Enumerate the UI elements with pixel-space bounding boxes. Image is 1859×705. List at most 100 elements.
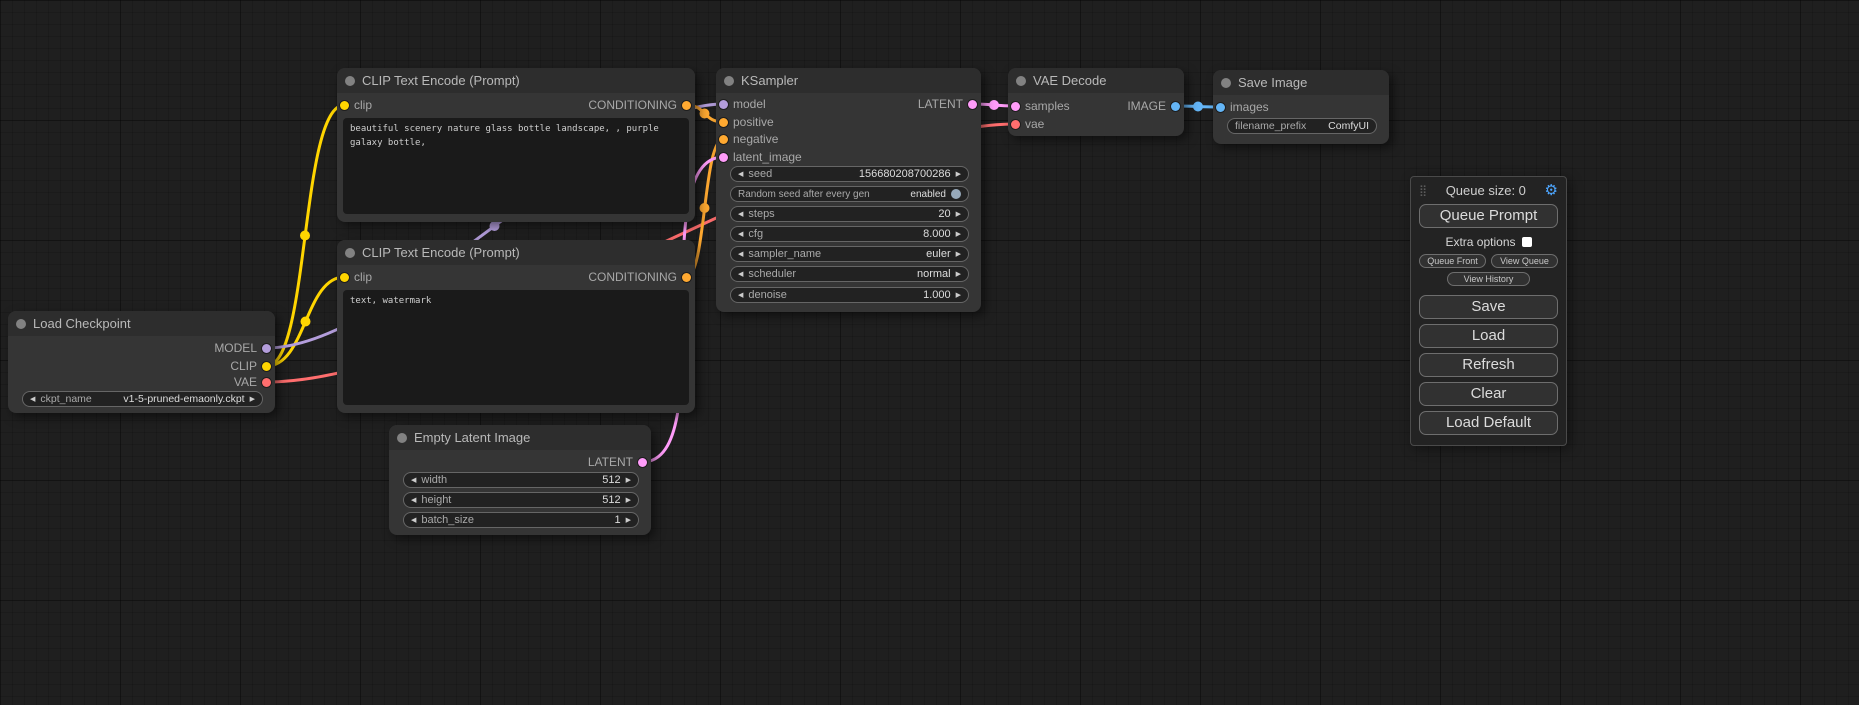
increment-arrow-icon[interactable]: ▶ — [956, 171, 961, 178]
decrement-arrow-icon[interactable]: ◀ — [738, 292, 743, 299]
decrement-arrow-icon[interactable]: ◀ — [738, 231, 743, 238]
collapse-dot[interactable] — [345, 76, 355, 86]
clip-input-dot[interactable] — [340, 101, 349, 110]
node-title-bar[interactable]: Load Checkpoint — [8, 311, 275, 336]
conditioning-output-dot[interactable] — [682, 101, 691, 110]
load-default-button[interactable]: Load Default — [1419, 411, 1558, 435]
drag-handle-icon[interactable]: ⣿ — [1419, 184, 1427, 197]
node-title-bar[interactable]: Empty Latent Image — [389, 425, 651, 450]
positive-input-dot[interactable] — [719, 118, 728, 127]
decrement-arrow-icon[interactable]: ◀ — [738, 211, 743, 218]
widget-name: scheduler — [748, 268, 796, 280]
conditioning-output-dot[interactable] — [682, 273, 691, 282]
node-title-bar[interactable]: CLIP Text Encode (Prompt) — [337, 240, 695, 265]
widget-name: height — [421, 494, 451, 506]
clear-button[interactable]: Clear — [1419, 382, 1558, 406]
collapse-dot[interactable] — [724, 76, 734, 86]
node-title-bar[interactable]: KSampler — [716, 68, 981, 93]
filename-prefix-widget[interactable]: filename_prefix ComfyUI — [1227, 118, 1377, 134]
random-seed-toggle-widget[interactable]: Random seed after every gen enabled — [730, 186, 969, 202]
latent-output-dot[interactable] — [968, 100, 977, 109]
workflow-buttons: Save Load Refresh Clear Load Default — [1419, 295, 1558, 435]
slot-label: CONDITIONING — [588, 98, 677, 112]
latent-output-dot[interactable] — [638, 458, 647, 467]
batch-size-widget[interactable]: ◀ batch_size 1 ▶ — [403, 512, 639, 528]
slot-label: latent_image — [733, 150, 802, 164]
clip-output-dot[interactable] — [262, 362, 271, 371]
cfg-widget[interactable]: ◀ cfg 8.000 ▶ — [730, 226, 969, 242]
seed-widget[interactable]: ◀ seed 156680208700286 ▶ — [730, 166, 969, 182]
output-slot-image: IMAGE — [1127, 99, 1180, 113]
clip-input-dot[interactable] — [340, 273, 349, 282]
vae-output-dot[interactable] — [262, 378, 271, 387]
node-clip-text-encode-negative[interactable]: CLIP Text Encode (Prompt) clip CONDITION… — [337, 240, 695, 413]
steps-widget[interactable]: ◀ steps 20 ▶ — [730, 206, 969, 222]
node-title-bar[interactable]: Save Image — [1213, 70, 1389, 95]
increment-arrow-icon[interactable]: ▶ — [956, 251, 961, 258]
denoise-widget[interactable]: ◀ denoise 1.000 ▶ — [730, 287, 969, 303]
node-vae-decode[interactable]: VAE Decode samples vae IMAGE — [1008, 68, 1184, 136]
images-input-dot[interactable] — [1216, 103, 1225, 112]
slot-label: clip — [354, 270, 372, 284]
view-history-button[interactable]: View History — [1447, 272, 1530, 286]
decrement-arrow-icon[interactable]: ◀ — [411, 497, 416, 504]
increment-arrow-icon[interactable]: ▶ — [626, 517, 631, 524]
node-empty-latent-image[interactable]: Empty Latent Image LATENT ◀ width 512 ▶ … — [389, 425, 651, 535]
load-button[interactable]: Load — [1419, 324, 1558, 348]
collapse-dot[interactable] — [1016, 76, 1026, 86]
latent-input-dot[interactable] — [719, 153, 728, 162]
image-output-dot[interactable] — [1171, 102, 1180, 111]
extra-options-checkbox[interactable] — [1522, 237, 1532, 247]
node-clip-text-encode-positive[interactable]: CLIP Text Encode (Prompt) clip CONDITION… — [337, 68, 695, 222]
samples-input-dot[interactable] — [1011, 102, 1020, 111]
refresh-button[interactable]: Refresh — [1419, 353, 1558, 377]
settings-gear-icon[interactable]: ⚙ — [1545, 183, 1558, 198]
model-output-dot[interactable] — [262, 344, 271, 353]
decrement-arrow-icon[interactable]: ◀ — [738, 251, 743, 258]
vae-input-dot[interactable] — [1011, 120, 1020, 129]
input-slot-negative: negative — [719, 132, 778, 146]
increment-arrow-icon[interactable]: ▶ — [626, 477, 631, 484]
scheduler-widget[interactable]: ◀ scheduler normal ▶ — [730, 266, 969, 282]
prompt-textarea[interactable]: beautiful scenery nature glass bottle la… — [343, 118, 689, 214]
queue-prompt-button[interactable]: Queue Prompt — [1419, 204, 1558, 228]
node-title-bar[interactable]: CLIP Text Encode (Prompt) — [337, 68, 695, 93]
width-widget[interactable]: ◀ width 512 ▶ — [403, 472, 639, 488]
output-slot-conditioning: CONDITIONING — [588, 270, 691, 284]
prompt-textarea[interactable]: text, watermark — [343, 290, 689, 405]
increment-arrow-icon[interactable]: ▶ — [250, 396, 255, 403]
model-input-dot[interactable] — [719, 100, 728, 109]
collapse-dot[interactable] — [397, 433, 407, 443]
node-graph-canvas[interactable]: Load Checkpoint MODEL CLIP VAE ◀ ckpt_na… — [0, 0, 1859, 705]
increment-arrow-icon[interactable]: ▶ — [956, 271, 961, 278]
view-queue-button[interactable]: View Queue — [1491, 254, 1558, 268]
negative-input-dot[interactable] — [719, 135, 728, 144]
save-button[interactable]: Save — [1419, 295, 1558, 319]
decrement-arrow-icon[interactable]: ◀ — [738, 171, 743, 178]
decrement-arrow-icon[interactable]: ◀ — [411, 517, 416, 524]
node-load-checkpoint[interactable]: Load Checkpoint MODEL CLIP VAE ◀ ckpt_na… — [8, 311, 275, 413]
collapse-dot[interactable] — [345, 248, 355, 258]
ckpt-name-widget[interactable]: ◀ ckpt_name v1-5-pruned-emaonly.ckpt ▶ — [22, 391, 263, 407]
sampler-name-widget[interactable]: ◀ sampler_name euler ▶ — [730, 246, 969, 262]
output-slot-conditioning: CONDITIONING — [588, 98, 691, 112]
widget-name: batch_size — [421, 514, 474, 526]
decrement-arrow-icon[interactable]: ◀ — [738, 271, 743, 278]
collapse-dot[interactable] — [16, 319, 26, 329]
increment-arrow-icon[interactable]: ▶ — [626, 497, 631, 504]
decrement-arrow-icon[interactable]: ◀ — [30, 396, 35, 403]
height-widget[interactable]: ◀ height 512 ▶ — [403, 492, 639, 508]
increment-arrow-icon[interactable]: ▶ — [956, 292, 961, 299]
queue-front-button[interactable]: Queue Front — [1419, 254, 1486, 268]
slot-label: LATENT — [588, 455, 633, 469]
node-ksampler[interactable]: KSampler model positive negative latent_… — [716, 68, 981, 312]
widget-value: 1 — [614, 514, 620, 526]
node-save-image[interactable]: Save Image images filename_prefix ComfyU… — [1213, 70, 1389, 144]
decrement-arrow-icon[interactable]: ◀ — [411, 477, 416, 484]
node-title-bar[interactable]: VAE Decode — [1008, 68, 1184, 93]
widget-value: 1.000 — [923, 289, 951, 301]
collapse-dot[interactable] — [1221, 78, 1231, 88]
toggle-knob[interactable] — [951, 189, 961, 199]
increment-arrow-icon[interactable]: ▶ — [956, 231, 961, 238]
increment-arrow-icon[interactable]: ▶ — [956, 211, 961, 218]
